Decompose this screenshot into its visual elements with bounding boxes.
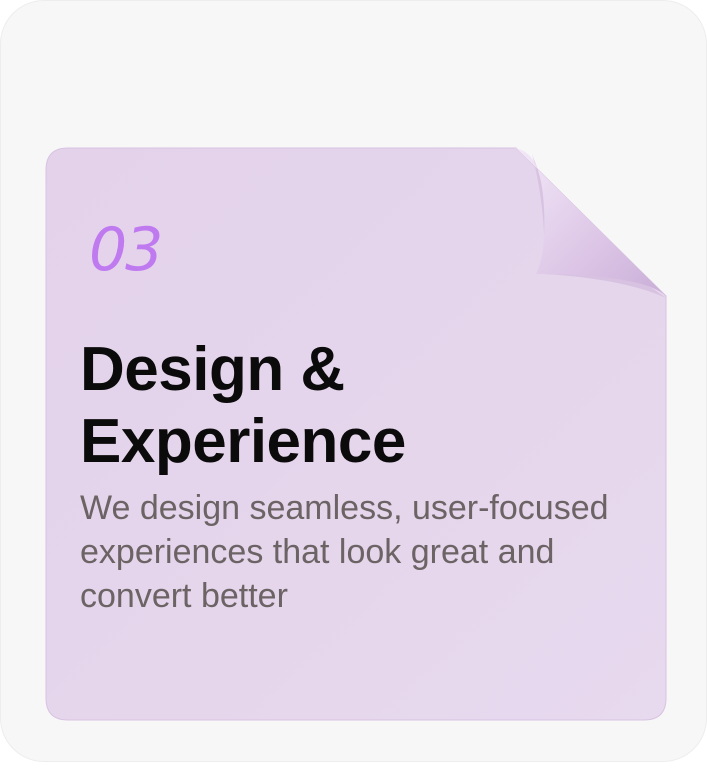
step-number: 03 [89, 215, 163, 285]
page: 03 Design & Experience We design seamles… [0, 0, 707, 768]
service-card: 03 Design & Experience We design seamles… [45, 147, 668, 721]
card-description: We design seamless, user-focused experie… [80, 489, 609, 615]
card-title: Design & Experience [80, 335, 406, 476]
